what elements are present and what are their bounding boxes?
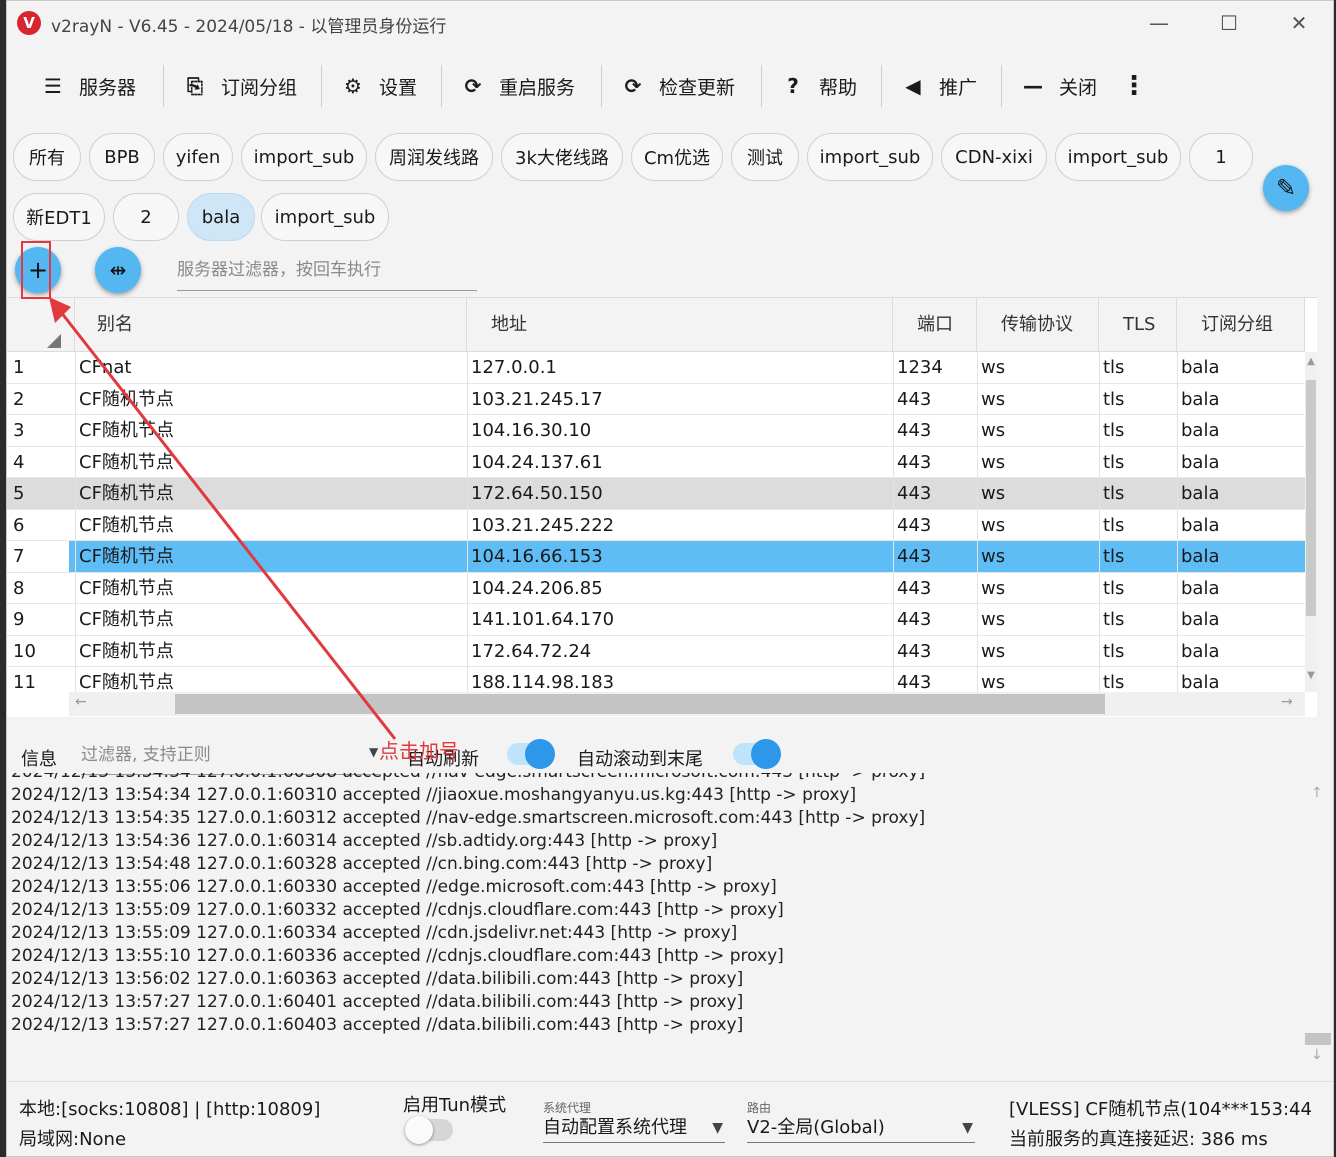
main-window: V v2rayN - V6.45 - 2024/05/18 - 以管理员身份运行… [6, 0, 1334, 1157]
annotation-note: 点击加号 [379, 739, 459, 763]
annotation-arrow [49, 297, 397, 740]
